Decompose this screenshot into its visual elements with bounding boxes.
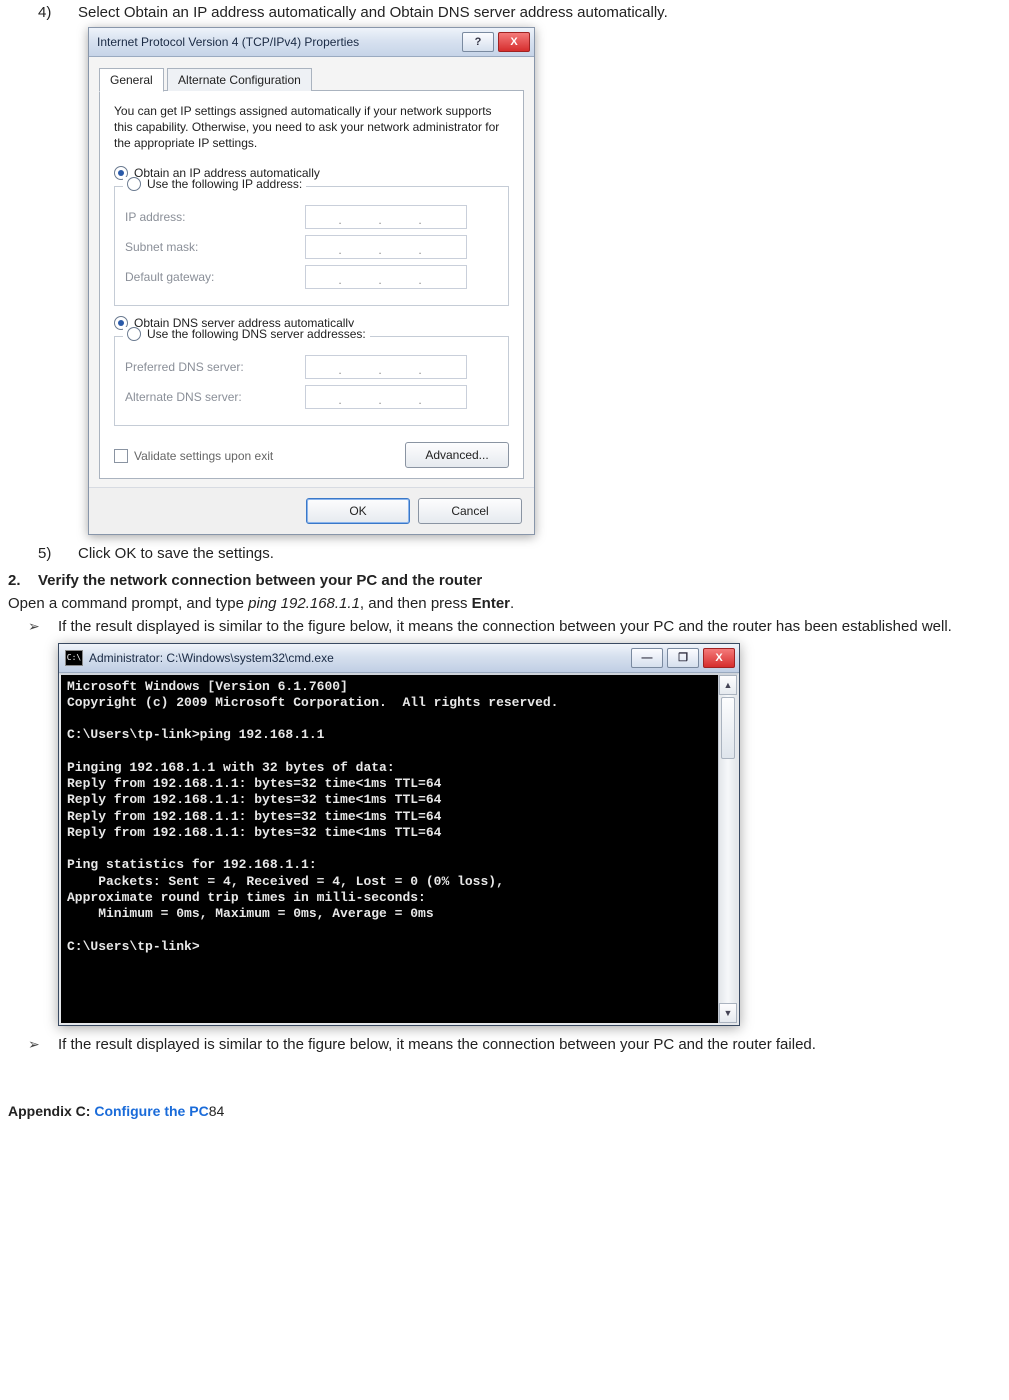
step-5-num: 5) [38,545,78,562]
bullet-icon: ➢ [28,618,58,635]
label-gateway: Default gateway: [125,270,305,284]
cmd-title: Administrator: C:\Windows\system32\cmd.e… [89,651,625,665]
radio-use-ip[interactable]: Use the following IP address: [123,177,306,191]
scroll-up-icon[interactable]: ▲ [719,675,737,695]
static-dns-group: Use the following DNS server addresses: … [114,336,509,426]
radio-icon [127,327,141,341]
tab-bar: General Alternate Configuration [99,67,524,91]
checkbox-label: Validate settings upon exit [134,449,273,463]
bullet-success: ➢ If the result displayed is similar to … [28,618,1001,635]
tab-general[interactable]: General [99,68,164,92]
bullet-text: If the result displayed is similar to th… [58,618,952,635]
cmd-window: C:\ Administrator: C:\Windows\system32\c… [58,643,740,1026]
bullet-fail: ➢ If the result displayed is similar to … [28,1036,1001,1053]
radio-label: Use the following IP address: [147,177,302,191]
gateway-field[interactable] [305,265,467,289]
cmd-output[interactable]: Microsoft Windows [Version 6.1.7600] Cop… [61,675,718,1023]
subnet-mask-field[interactable] [305,235,467,259]
tab-alternate[interactable]: Alternate Configuration [167,68,312,91]
preferred-dns-field[interactable] [305,355,467,379]
heading-num: 2. [8,572,38,589]
label-ip: IP address: [125,210,305,224]
step-4: 4) Select Obtain an IP address automatic… [38,4,1001,21]
tab-panel-general: You can get IP settings assigned automat… [99,90,524,479]
cmd-icon: C:\ [65,650,83,666]
dialog-title: Internet Protocol Version 4 (TCP/IPv4) P… [97,35,462,49]
scroll-thumb[interactable] [721,697,735,759]
open-cmd-instruction: Open a command prompt, and type ping 192… [8,595,1001,612]
label-adns: Alternate DNS server: [125,390,305,404]
heading-text: Verify the network connection between yo… [38,572,482,589]
label-pdns: Preferred DNS server: [125,360,305,374]
dialog-footer: OK Cancel [89,487,534,534]
close-button[interactable]: X [498,32,530,52]
ok-button[interactable]: OK [306,498,410,524]
help-icon: ? [475,36,482,48]
scrollbar[interactable]: ▲ ▼ [718,675,737,1023]
minimize-icon: — [642,652,653,664]
step-4-num: 4) [38,4,78,21]
close-icon: X [510,36,517,48]
step-5: 5) Click OK to save the settings. [38,545,1001,562]
advanced-button[interactable]: Advanced... [405,442,509,468]
bullet-icon: ➢ [28,1036,58,1053]
maximize-button[interactable]: ❐ [667,648,699,668]
radio-icon [127,177,141,191]
radio-label: Use the following DNS server addresses: [147,327,366,341]
alternate-dns-field[interactable] [305,385,467,409]
page-footer: Appendix C: Configure the PC84 [8,1103,1001,1119]
help-button[interactable]: ? [462,32,494,52]
step-4-text: Select Obtain an IP address automaticall… [78,4,668,21]
dialog-description: You can get IP settings assigned automat… [114,103,509,152]
scroll-down-icon[interactable]: ▼ [719,1003,737,1023]
step-5-text: Click OK to save the settings. [78,545,274,562]
dialog-titlebar[interactable]: Internet Protocol Version 4 (TCP/IPv4) P… [89,28,534,57]
cancel-button[interactable]: Cancel [418,498,522,524]
validate-checkbox[interactable]: Validate settings upon exit [114,449,273,463]
label-subnet: Subnet mask: [125,240,305,254]
ipv4-properties-dialog: Internet Protocol Version 4 (TCP/IPv4) P… [88,27,535,535]
checkbox-icon [114,449,128,463]
ip-address-field[interactable] [305,205,467,229]
close-button[interactable]: X [703,648,735,668]
heading-verify: 2. Verify the network connection between… [8,572,1001,589]
minimize-button[interactable]: — [631,648,663,668]
cmd-titlebar[interactable]: C:\ Administrator: C:\Windows\system32\c… [59,644,739,673]
maximize-icon: ❐ [678,651,688,664]
static-ip-group: Use the following IP address: IP address… [114,186,509,306]
close-icon: X [715,652,722,664]
bullet-text: If the result displayed is similar to th… [58,1036,816,1053]
radio-use-dns[interactable]: Use the following DNS server addresses: [123,327,370,341]
